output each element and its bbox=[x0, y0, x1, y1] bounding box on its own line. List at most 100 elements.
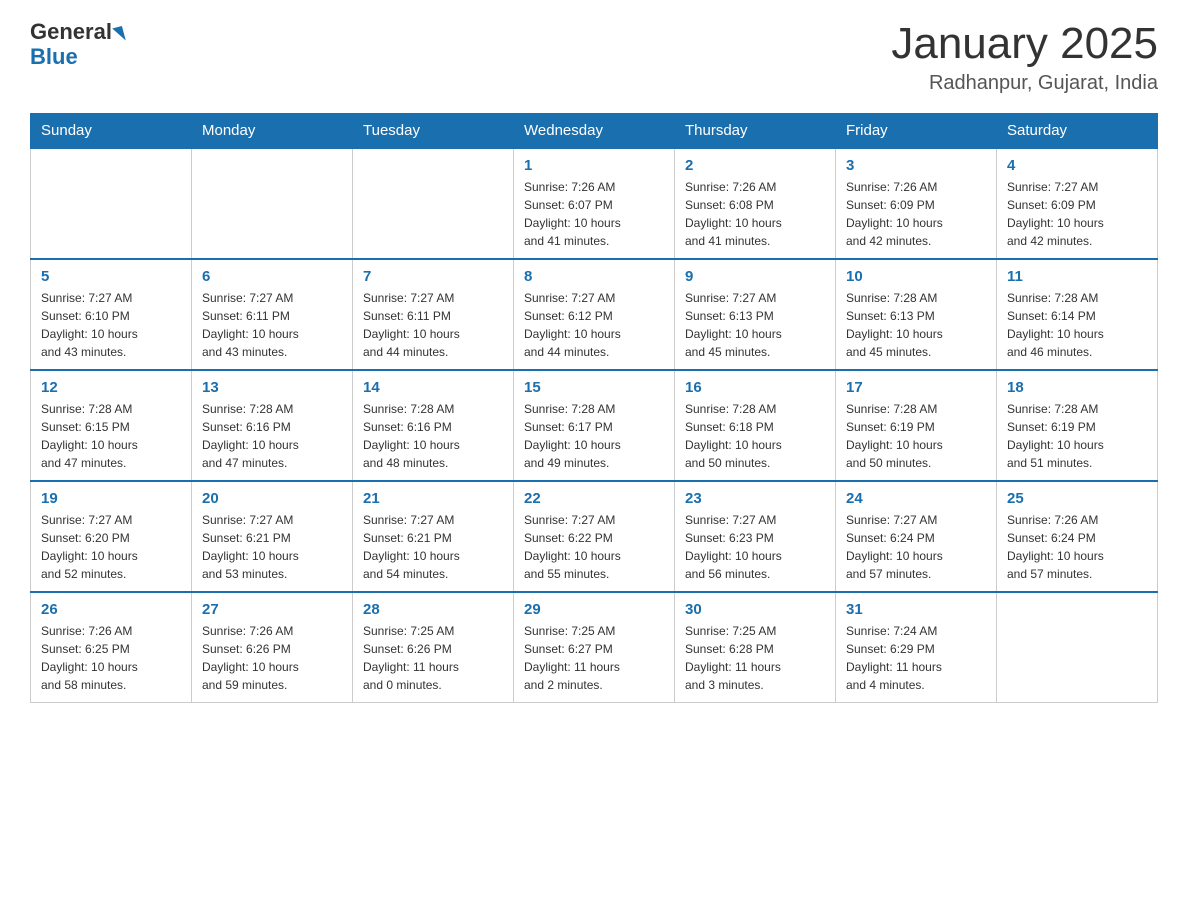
calendar-cell: 6 Sunrise: 7:27 AM Sunset: 6:11 PM Daylig… bbox=[192, 259, 353, 370]
day-info: Sunrise: 7:28 AM Sunset: 6:19 PM Dayligh… bbox=[846, 400, 986, 472]
calendar-cell: 20Sunrise: 7:27 AM Sunset: 6:21 PM Dayli… bbox=[192, 481, 353, 592]
title-block: January 2025 Radhanpur, Gujarat, India bbox=[891, 20, 1158, 95]
calendar-subtitle: Radhanpur, Gujarat, India bbox=[891, 72, 1158, 95]
day-info: Sunrise: 7:28 AM Sunset: 6:15 PM Dayligh… bbox=[41, 400, 181, 472]
day-number: 17 bbox=[846, 379, 986, 396]
calendar-cell: 16 Sunrise: 7:28 AM Sunset: 6:18 PM Dayli… bbox=[675, 370, 836, 481]
calendar-cell: 31 Sunrise: 7:24 AM Sunset: 6:29 PM Dayli… bbox=[836, 592, 997, 703]
day-info: Sunrise: 7:27 AM Sunset: 6:24 PM Dayligh… bbox=[846, 511, 986, 583]
calendar-cell: 11 Sunrise: 7:28 AM Sunset: 6:14 PM Dayli… bbox=[997, 259, 1158, 370]
week-row: 12 Sunrise: 7:28 AM Sunset: 6:15 PM Dayli… bbox=[31, 370, 1158, 481]
day-info: Sunrise: 7:26 AM Sunset: 6:07 PM Dayligh… bbox=[524, 178, 664, 250]
day-of-week-header: Monday bbox=[192, 114, 353, 149]
calendar-cell: 17 Sunrise: 7:28 AM Sunset: 6:19 PM Dayli… bbox=[836, 370, 997, 481]
day-number: 11 bbox=[1007, 268, 1147, 285]
day-number: 29 bbox=[524, 601, 664, 618]
week-row: 1 Sunrise: 7:26 AM Sunset: 6:07 PM Daylig… bbox=[31, 148, 1158, 259]
calendar-cell: 21 Sunrise: 7:27 AM Sunset: 6:21 PM Dayli… bbox=[353, 481, 514, 592]
day-info: Sunrise: 7:27 AM Sunset: 6:09 PM Dayligh… bbox=[1007, 178, 1147, 250]
day-info: Sunrise: 7:28 AM Sunset: 6:16 PM Dayligh… bbox=[363, 400, 503, 472]
day-of-week-header: Sunday bbox=[31, 114, 192, 149]
day-info: Sunrise: 7:28 AM Sunset: 6:13 PM Dayligh… bbox=[846, 289, 986, 361]
day-number: 20 bbox=[202, 490, 342, 507]
calendar-cell: 19 Sunrise: 7:27 AM Sunset: 6:20 PM Dayli… bbox=[31, 481, 192, 592]
day-number: 7 bbox=[363, 268, 503, 285]
calendar-cell: 30Sunrise: 7:25 AM Sunset: 6:28 PM Dayli… bbox=[675, 592, 836, 703]
calendar-cell bbox=[192, 148, 353, 259]
calendar-cell: 3 Sunrise: 7:26 AM Sunset: 6:09 PM Daylig… bbox=[836, 148, 997, 259]
day-number: 18 bbox=[1007, 379, 1147, 396]
day-info: Sunrise: 7:28 AM Sunset: 6:19 PM Dayligh… bbox=[1007, 400, 1147, 472]
day-of-week-header: Friday bbox=[836, 114, 997, 149]
calendar-table: SundayMondayTuesdayWednesdayThursdayFrid… bbox=[30, 113, 1158, 703]
day-number: 16 bbox=[685, 379, 825, 396]
day-info: Sunrise: 7:25 AM Sunset: 6:26 PM Dayligh… bbox=[363, 622, 503, 694]
calendar-cell: 4 Sunrise: 7:27 AM Sunset: 6:09 PM Daylig… bbox=[997, 148, 1158, 259]
calendar-cell: 1 Sunrise: 7:26 AM Sunset: 6:07 PM Daylig… bbox=[514, 148, 675, 259]
day-info: Sunrise: 7:25 AM Sunset: 6:27 PM Dayligh… bbox=[524, 622, 664, 694]
calendar-cell: 28 Sunrise: 7:25 AM Sunset: 6:26 PM Dayli… bbox=[353, 592, 514, 703]
day-number: 21 bbox=[363, 490, 503, 507]
logo-triangle-icon bbox=[112, 26, 126, 43]
calendar-cell: 27Sunrise: 7:26 AM Sunset: 6:26 PM Dayli… bbox=[192, 592, 353, 703]
calendar-cell: 7 Sunrise: 7:27 AM Sunset: 6:11 PM Daylig… bbox=[353, 259, 514, 370]
day-number: 10 bbox=[846, 268, 986, 285]
day-number: 23 bbox=[685, 490, 825, 507]
day-number: 4 bbox=[1007, 157, 1147, 174]
day-number: 14 bbox=[363, 379, 503, 396]
day-number: 6 bbox=[202, 268, 342, 285]
calendar-cell: 24 Sunrise: 7:27 AM Sunset: 6:24 PM Dayli… bbox=[836, 481, 997, 592]
day-info: Sunrise: 7:27 AM Sunset: 6:11 PM Dayligh… bbox=[363, 289, 503, 361]
day-info: Sunrise: 7:28 AM Sunset: 6:14 PM Dayligh… bbox=[1007, 289, 1147, 361]
day-number: 24 bbox=[846, 490, 986, 507]
day-of-week-header: Saturday bbox=[997, 114, 1158, 149]
day-info: Sunrise: 7:27 AM Sunset: 6:12 PM Dayligh… bbox=[524, 289, 664, 361]
days-header-row: SundayMondayTuesdayWednesdayThursdayFrid… bbox=[31, 114, 1158, 149]
day-info: Sunrise: 7:26 AM Sunset: 6:08 PM Dayligh… bbox=[685, 178, 825, 250]
day-number: 28 bbox=[363, 601, 503, 618]
day-number: 3 bbox=[846, 157, 986, 174]
day-number: 30 bbox=[685, 601, 825, 618]
day-of-week-header: Thursday bbox=[675, 114, 836, 149]
day-number: 27 bbox=[202, 601, 342, 618]
day-number: 2 bbox=[685, 157, 825, 174]
day-number: 19 bbox=[41, 490, 181, 507]
logo-general-text: General bbox=[30, 19, 112, 44]
day-info: Sunrise: 7:26 AM Sunset: 6:09 PM Dayligh… bbox=[846, 178, 986, 250]
day-number: 1 bbox=[524, 157, 664, 174]
day-number: 12 bbox=[41, 379, 181, 396]
day-info: Sunrise: 7:27 AM Sunset: 6:11 PM Dayligh… bbox=[202, 289, 342, 361]
calendar-cell: 18 Sunrise: 7:28 AM Sunset: 6:19 PM Dayli… bbox=[997, 370, 1158, 481]
day-info: Sunrise: 7:28 AM Sunset: 6:18 PM Dayligh… bbox=[685, 400, 825, 472]
calendar-cell: 22Sunrise: 7:27 AM Sunset: 6:22 PM Dayli… bbox=[514, 481, 675, 592]
day-info: Sunrise: 7:28 AM Sunset: 6:16 PM Dayligh… bbox=[202, 400, 342, 472]
calendar-cell: 2 Sunrise: 7:26 AM Sunset: 6:08 PM Daylig… bbox=[675, 148, 836, 259]
calendar-cell bbox=[31, 148, 192, 259]
calendar-cell bbox=[353, 148, 514, 259]
week-row: 5Sunrise: 7:27 AM Sunset: 6:10 PM Daylig… bbox=[31, 259, 1158, 370]
week-row: 19 Sunrise: 7:27 AM Sunset: 6:20 PM Dayli… bbox=[31, 481, 1158, 592]
day-info: Sunrise: 7:27 AM Sunset: 6:20 PM Dayligh… bbox=[41, 511, 181, 583]
calendar-cell: 9Sunrise: 7:27 AM Sunset: 6:13 PM Daylig… bbox=[675, 259, 836, 370]
day-info: Sunrise: 7:27 AM Sunset: 6:21 PM Dayligh… bbox=[363, 511, 503, 583]
day-number: 31 bbox=[846, 601, 986, 618]
calendar-cell: 26Sunrise: 7:26 AM Sunset: 6:25 PM Dayli… bbox=[31, 592, 192, 703]
calendar-cell: 15 Sunrise: 7:28 AM Sunset: 6:17 PM Dayli… bbox=[514, 370, 675, 481]
calendar-cell: 12 Sunrise: 7:28 AM Sunset: 6:15 PM Dayli… bbox=[31, 370, 192, 481]
day-info: Sunrise: 7:27 AM Sunset: 6:23 PM Dayligh… bbox=[685, 511, 825, 583]
day-number: 25 bbox=[1007, 490, 1147, 507]
day-info: Sunrise: 7:27 AM Sunset: 6:10 PM Dayligh… bbox=[41, 289, 181, 361]
logo-blue-text: Blue bbox=[30, 44, 78, 69]
day-number: 15 bbox=[524, 379, 664, 396]
week-row: 26Sunrise: 7:26 AM Sunset: 6:25 PM Dayli… bbox=[31, 592, 1158, 703]
calendar-cell: 13Sunrise: 7:28 AM Sunset: 6:16 PM Dayli… bbox=[192, 370, 353, 481]
calendar-cell: 8Sunrise: 7:27 AM Sunset: 6:12 PM Daylig… bbox=[514, 259, 675, 370]
page-header: General Blue January 2025 Radhanpur, Guj… bbox=[30, 20, 1158, 95]
calendar-cell: 10 Sunrise: 7:28 AM Sunset: 6:13 PM Dayli… bbox=[836, 259, 997, 370]
day-info: Sunrise: 7:28 AM Sunset: 6:17 PM Dayligh… bbox=[524, 400, 664, 472]
day-info: Sunrise: 7:24 AM Sunset: 6:29 PM Dayligh… bbox=[846, 622, 986, 694]
calendar-cell: 29 Sunrise: 7:25 AM Sunset: 6:27 PM Dayli… bbox=[514, 592, 675, 703]
calendar-cell: 5Sunrise: 7:27 AM Sunset: 6:10 PM Daylig… bbox=[31, 259, 192, 370]
calendar-cell bbox=[997, 592, 1158, 703]
calendar-cell: 14 Sunrise: 7:28 AM Sunset: 6:16 PM Dayli… bbox=[353, 370, 514, 481]
